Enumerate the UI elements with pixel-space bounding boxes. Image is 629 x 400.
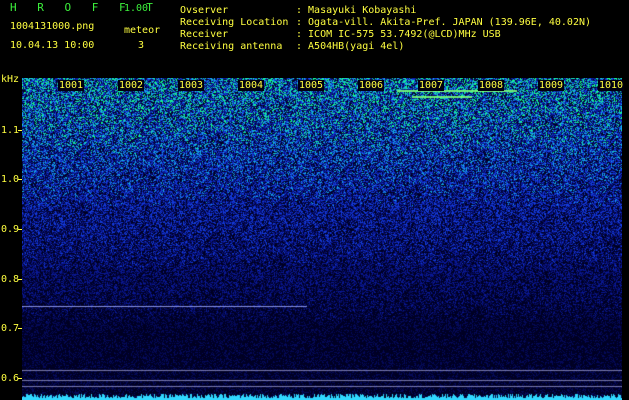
x-tick-1009: 1009	[538, 80, 565, 91]
right-border	[622, 78, 629, 400]
y-tick-1.0: 1.0	[1, 174, 20, 185]
x-tick-1007: 1007	[418, 80, 445, 91]
spectrogram-canvas	[22, 78, 622, 400]
x-tick-1001: 1001	[58, 80, 85, 91]
y-tick-1.1: 1.1	[1, 125, 20, 136]
y-unit-label: kHz	[1, 74, 20, 85]
x-tick-1002: 1002	[118, 80, 145, 91]
meteor-label: meteor	[124, 25, 161, 36]
observer-label: Ovserver	[180, 5, 229, 16]
meteor-count: 3	[138, 40, 145, 51]
x-tick-1006: 1006	[358, 80, 385, 91]
y-tick-0.9: 0.9	[1, 224, 20, 235]
date-time: 10.04.13 10:00	[10, 40, 95, 51]
frequency-axis: kHz 1.1 1.0 0.9 0.8 0.7 0.6	[0, 74, 22, 400]
y-tick-0.7: 0.7	[1, 323, 20, 334]
x-tick-1008: 1008	[478, 80, 505, 91]
y-tick-0.8: 0.8	[1, 274, 20, 285]
x-tick-1004: 1004	[238, 80, 265, 91]
header-panel: H R O F F T 1.00 1004131000.png meteor 1…	[0, 0, 629, 78]
antenna-label: Receiving antenna	[180, 41, 283, 52]
receiver-label: Receiver	[180, 29, 229, 40]
file-name: 1004131000.png	[10, 21, 95, 32]
waterfall-spectrogram	[22, 78, 622, 400]
x-tick-1005: 1005	[298, 80, 325, 91]
y-tick-0.6: 0.6	[1, 373, 20, 384]
observer-value: : Masayuki Kobayashi	[296, 5, 417, 16]
location-label: Receiving Location	[180, 17, 289, 28]
app-version: 1.00	[124, 3, 149, 14]
location-value: : Ogata-vill. Akita-Pref. JAPAN (139.96E…	[296, 17, 592, 28]
x-tick-1010: 1010	[598, 80, 625, 91]
antenna-value: : A504HB(yagi 4el)	[296, 41, 405, 52]
receiver-value: : ICOM IC-575 53.7492(@LCD)MHz USB	[296, 29, 501, 40]
x-tick-1003: 1003	[178, 80, 205, 91]
